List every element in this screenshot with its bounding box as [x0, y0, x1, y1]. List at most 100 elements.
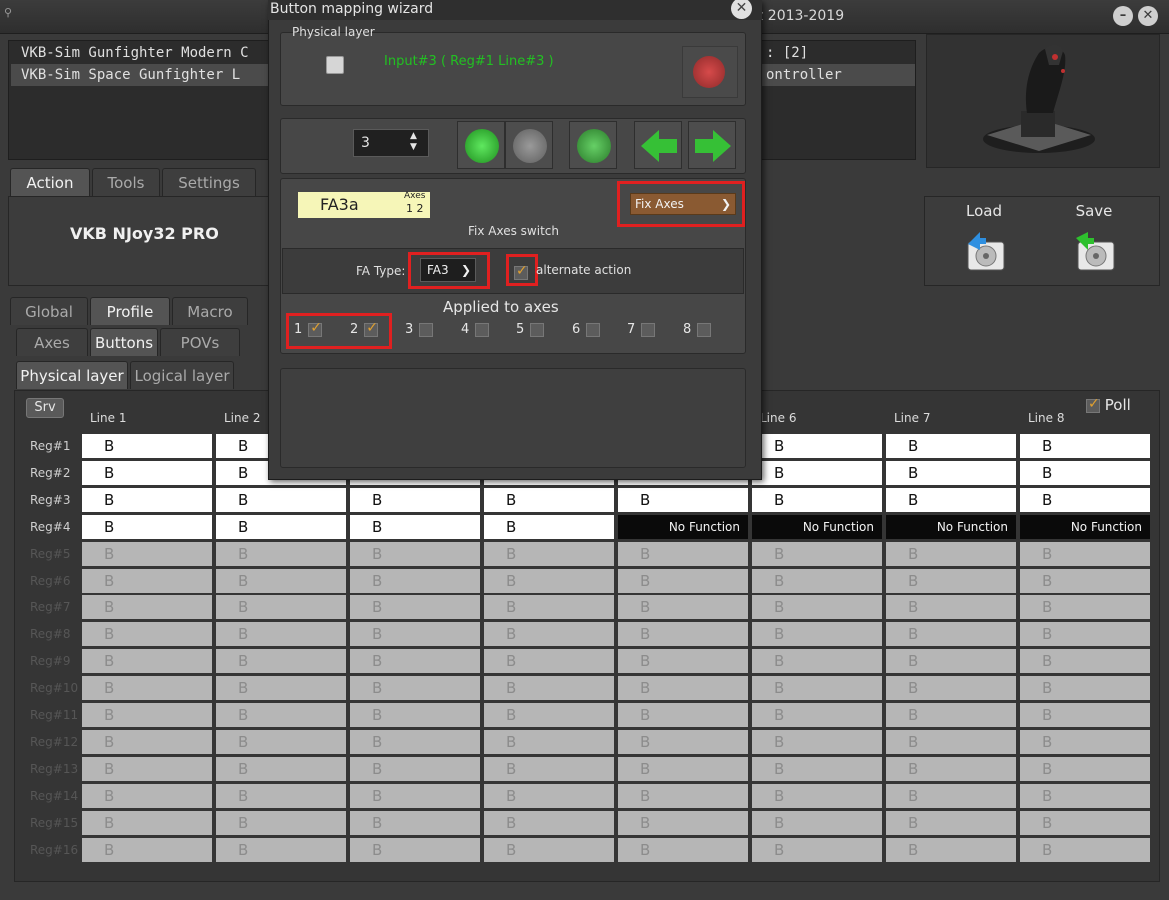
button-cell[interactable]: B — [82, 811, 212, 835]
button-cell[interactable]: B — [618, 595, 748, 619]
button-cell[interactable]: B — [1020, 595, 1150, 619]
button-cell[interactable]: B — [350, 569, 480, 593]
button-cell[interactable]: B — [752, 649, 882, 673]
axis-3-checkbox[interactable]: 3 — [405, 322, 434, 337]
copy-button[interactable] — [457, 121, 505, 169]
button-cell[interactable]: B — [82, 838, 212, 862]
button-cell[interactable]: B — [618, 622, 748, 646]
button-cell[interactable]: B — [350, 515, 480, 539]
tab-tools[interactable]: Tools — [92, 168, 160, 196]
button-cell[interactable]: B — [82, 622, 212, 646]
button-cell[interactable]: B — [350, 757, 480, 781]
button-cell[interactable]: B — [752, 542, 882, 566]
button-cell[interactable]: B — [216, 542, 346, 566]
button-cell[interactable]: B — [216, 595, 346, 619]
next-button[interactable] — [688, 121, 736, 169]
button-cell[interactable]: B — [618, 488, 748, 512]
button-cell[interactable]: B — [484, 784, 614, 808]
srv-button[interactable]: Srv — [26, 398, 64, 418]
button-cell[interactable]: B — [752, 676, 882, 700]
alternate-checkbox[interactable] — [514, 262, 528, 281]
button-cell[interactable]: No Function — [886, 515, 1016, 539]
poll-checkbox[interactable]: Poll — [1086, 396, 1131, 414]
button-cell[interactable]: B — [752, 595, 882, 619]
button-cell[interactable]: B — [350, 595, 480, 619]
button-cell[interactable]: B — [350, 730, 480, 754]
button-cell[interactable]: B — [618, 838, 748, 862]
button-cell[interactable]: B — [1020, 730, 1150, 754]
button-cell[interactable]: B — [618, 569, 748, 593]
tab-axes[interactable]: Axes — [16, 328, 88, 356]
button-cell[interactable]: B — [1020, 569, 1150, 593]
button-cell[interactable]: B — [82, 488, 212, 512]
button-cell[interactable]: B — [484, 703, 614, 727]
button-cell[interactable]: B — [350, 838, 480, 862]
button-cell[interactable]: B — [886, 649, 1016, 673]
button-cell[interactable]: B — [618, 757, 748, 781]
button-cell[interactable]: B — [216, 784, 346, 808]
save-button[interactable]: Save — [1040, 198, 1148, 284]
button-cell[interactable]: B — [1020, 784, 1150, 808]
physical-checkbox[interactable] — [326, 56, 344, 74]
button-cell[interactable]: B — [752, 622, 882, 646]
button-cell[interactable]: B — [82, 703, 212, 727]
button-cell[interactable]: B — [752, 703, 882, 727]
button-cell[interactable]: B — [1020, 461, 1150, 485]
load-button[interactable]: Load — [930, 198, 1038, 284]
button-cell[interactable]: B — [752, 757, 882, 781]
button-cell[interactable]: No Function — [752, 515, 882, 539]
button-cell[interactable]: B — [484, 569, 614, 593]
tab-buttons[interactable]: Buttons — [90, 328, 158, 356]
button-cell[interactable]: B — [216, 838, 346, 862]
button-cell[interactable]: B — [752, 784, 882, 808]
button-cell[interactable]: B — [484, 622, 614, 646]
tab-global[interactable]: Global — [10, 297, 88, 325]
button-cell[interactable]: B — [484, 811, 614, 835]
tab-macro[interactable]: Macro — [172, 297, 248, 325]
button-cell[interactable]: B — [886, 703, 1016, 727]
button-cell[interactable]: B — [618, 811, 748, 835]
button-cell[interactable]: B — [216, 649, 346, 673]
axis-1-checkbox[interactable]: 1 — [294, 320, 323, 337]
button-cell[interactable]: B — [484, 595, 614, 619]
button-cell[interactable]: B — [886, 542, 1016, 566]
button-cell[interactable]: B — [752, 569, 882, 593]
button-cell[interactable]: B — [1020, 703, 1150, 727]
button-cell[interactable]: B — [886, 461, 1016, 485]
button-cell[interactable]: B — [1020, 542, 1150, 566]
button-cell[interactable]: B — [618, 676, 748, 700]
button-cell[interactable]: No Function — [618, 515, 748, 539]
button-cell[interactable]: B — [350, 784, 480, 808]
stepper-arrows-icon[interactable]: ▲ ▼ — [410, 131, 417, 153]
button-cell[interactable]: B — [82, 649, 212, 673]
button-cell[interactable]: B — [752, 730, 882, 754]
axis-2-checkbox[interactable]: 2 — [350, 320, 379, 337]
button-cell[interactable]: B — [216, 730, 346, 754]
button-cell[interactable]: B — [82, 542, 212, 566]
button-cell[interactable]: B — [82, 757, 212, 781]
button-cell[interactable]: B — [1020, 676, 1150, 700]
axis-4-checkbox[interactable]: 4 — [461, 322, 490, 337]
button-cell[interactable]: B — [484, 676, 614, 700]
button-cell[interactable]: B — [216, 622, 346, 646]
button-cell[interactable]: B — [1020, 757, 1150, 781]
button-cell[interactable]: B — [752, 488, 882, 512]
axis-6-checkbox[interactable]: 6 — [572, 322, 601, 337]
button-cell[interactable]: B — [618, 542, 748, 566]
button-cell[interactable]: B — [1020, 811, 1150, 835]
button-cell[interactable]: B — [618, 649, 748, 673]
button-cell[interactable]: B — [216, 757, 346, 781]
axis-5-checkbox[interactable]: 5 — [516, 322, 545, 337]
button-cell[interactable]: B — [484, 649, 614, 673]
button-cell[interactable]: B — [886, 838, 1016, 862]
tab-physical-layer[interactable]: Physical layer — [16, 361, 128, 389]
button-cell[interactable]: B — [886, 595, 1016, 619]
function-select[interactable]: Fix Axes ❯ — [630, 193, 736, 215]
button-cell[interactable]: B — [886, 730, 1016, 754]
button-cell[interactable]: B — [82, 569, 212, 593]
button-cell[interactable]: B — [886, 622, 1016, 646]
button-cell[interactable]: B — [484, 730, 614, 754]
paste-button[interactable] — [505, 121, 553, 169]
tab-settings[interactable]: Settings — [162, 168, 256, 196]
tab-povs[interactable]: POVs — [160, 328, 240, 356]
